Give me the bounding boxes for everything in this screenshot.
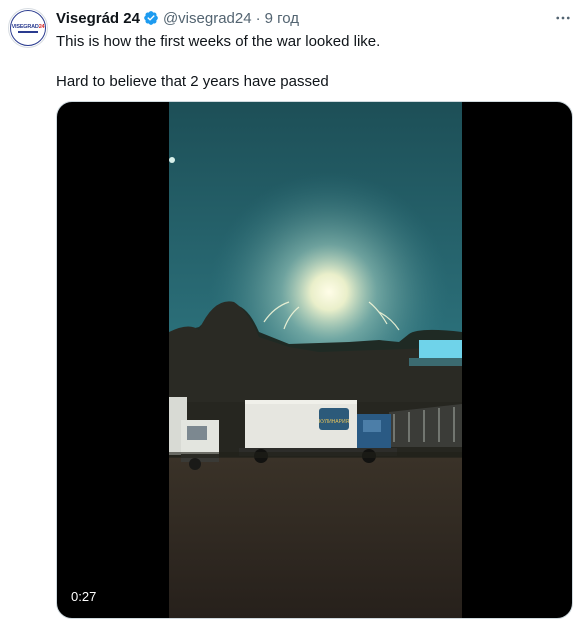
video-duration: 0:27 (67, 587, 101, 606)
avatar-logo: VISEGRAD24 (10, 10, 46, 46)
separator-dot: · (255, 9, 261, 27)
truck-logo-text: КУЛИНАРИЯ (319, 419, 350, 425)
avatar-underline (18, 30, 38, 33)
tweet-text: This is how the first weeks of the war l… (56, 32, 556, 92)
avatar[interactable]: VISEGRAD24 (8, 8, 48, 48)
avatar-text-main: VISEGRAD (11, 23, 39, 30)
tweet-text-line2: Hard to believe that 2 years have passed (56, 73, 329, 90)
author-handle[interactable]: @visegrad24 (163, 10, 252, 27)
avatar-text-num: 24 (38, 23, 45, 30)
video-frame: КУЛИНАРИЯ (169, 102, 462, 618)
tweet-text-line1: This is how the first weeks of the war l… (56, 33, 381, 50)
tweet-time[interactable]: 9 год (265, 10, 299, 27)
verified-badge-icon (143, 10, 159, 26)
more-icon[interactable] (553, 8, 573, 28)
tweet[interactable]: VISEGRAD24 Visegrád 24 @visegrad24 · 9 г… (0, 0, 583, 625)
video-player[interactable]: КУЛИНАРИЯ 0:27 (56, 101, 573, 619)
author-name[interactable]: Visegrád 24 (56, 10, 140, 27)
tweet-header: Visegrád 24 @visegrad24 · 9 год (56, 8, 563, 28)
